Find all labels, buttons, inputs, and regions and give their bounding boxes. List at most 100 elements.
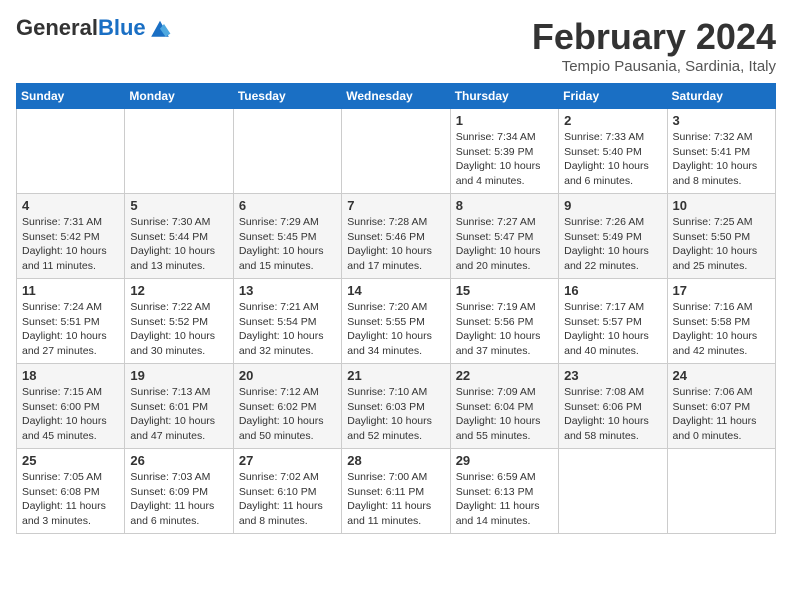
day-info: Sunrise: 6:59 AM Sunset: 6:13 PM Dayligh… — [456, 470, 553, 529]
calendar-cell: 24 Sunrise: 7:06 AM Sunset: 6:07 PM Dayli… — [667, 364, 775, 449]
day-info: Sunrise: 7:13 AM Sunset: 6:01 PM Dayligh… — [130, 385, 227, 444]
logo-text: GeneralBlue — [16, 16, 146, 40]
calendar-cell: 27 Sunrise: 7:02 AM Sunset: 6:10 PM Dayli… — [233, 449, 341, 534]
calendar-cell: 18Sunrise: 7:15 AM Sunset: 6:00 PM Dayli… — [17, 364, 125, 449]
day-info: Sunrise: 7:32 AM Sunset: 5:41 PM Dayligh… — [673, 130, 770, 189]
title-block: February 2024 Tempio Pausania, Sardinia,… — [532, 16, 776, 75]
calendar-cell: 15Sunrise: 7:19 AM Sunset: 5:56 PM Dayli… — [450, 279, 558, 364]
day-number: 10 — [673, 198, 770, 213]
calendar-cell: 2 Sunrise: 7:33 AM Sunset: 5:40 PM Daylig… — [559, 109, 667, 194]
calendar-cell: 1Sunrise: 7:34 AM Sunset: 5:39 PM Daylig… — [450, 109, 558, 194]
day-info: Sunrise: 7:08 AM Sunset: 6:06 PM Dayligh… — [564, 385, 661, 444]
calendar-cell: 23 Sunrise: 7:08 AM Sunset: 6:06 PM Dayli… — [559, 364, 667, 449]
day-info: Sunrise: 7:06 AM Sunset: 6:07 PM Dayligh… — [673, 385, 770, 444]
calendar-cell — [17, 109, 125, 194]
calendar-cell: 17 Sunrise: 7:16 AM Sunset: 5:58 PM Dayli… — [667, 279, 775, 364]
day-number: 23 — [564, 368, 661, 383]
calendar-cell: 22 Sunrise: 7:09 AM Sunset: 6:04 PM Dayli… — [450, 364, 558, 449]
day-info: Sunrise: 7:10 AM Sunset: 6:03 PM Dayligh… — [347, 385, 444, 444]
day-info: Sunrise: 7:20 AM Sunset: 5:55 PM Dayligh… — [347, 300, 444, 359]
day-number: 27 — [239, 453, 336, 468]
day-info: Sunrise: 7:09 AM Sunset: 6:04 PM Dayligh… — [456, 385, 553, 444]
calendar-cell: 16 Sunrise: 7:17 AM Sunset: 5:57 PM Dayli… — [559, 279, 667, 364]
day-number: 2 — [564, 113, 661, 128]
calendar-cell — [559, 449, 667, 534]
day-of-week-header: Monday — [125, 84, 233, 109]
calendar-cell: 4 Sunrise: 7:31 AM Sunset: 5:42 PM Daylig… — [17, 194, 125, 279]
day-of-week-header: Saturday — [667, 84, 775, 109]
page-header: GeneralBlue February 2024 Tempio Pausani… — [16, 16, 776, 75]
day-number: 4 — [22, 198, 119, 213]
day-info: Sunrise: 7:19 AM Sunset: 5:56 PM Dayligh… — [456, 300, 553, 359]
calendar-cell — [342, 109, 450, 194]
day-number: 6 — [239, 198, 336, 213]
day-number: 18 — [22, 368, 119, 383]
day-number: 11 — [22, 283, 119, 298]
day-info: Sunrise: 7:17 AM Sunset: 5:57 PM Dayligh… — [564, 300, 661, 359]
calendar-cell: 9 Sunrise: 7:26 AM Sunset: 5:49 PM Daylig… — [559, 194, 667, 279]
location-subtitle: Tempio Pausania, Sardinia, Italy — [532, 58, 776, 75]
day-info: Sunrise: 7:26 AM Sunset: 5:49 PM Dayligh… — [564, 215, 661, 274]
calendar-cell — [125, 109, 233, 194]
calendar-cell: 8Sunrise: 7:27 AM Sunset: 5:47 PM Daylig… — [450, 194, 558, 279]
calendar-week-row: 18Sunrise: 7:15 AM Sunset: 6:00 PM Dayli… — [17, 364, 776, 449]
calendar-cell: 3 Sunrise: 7:32 AM Sunset: 5:41 PM Daylig… — [667, 109, 775, 194]
day-number: 17 — [673, 283, 770, 298]
day-info: Sunrise: 7:29 AM Sunset: 5:45 PM Dayligh… — [239, 215, 336, 274]
day-info: Sunrise: 7:31 AM Sunset: 5:42 PM Dayligh… — [22, 215, 119, 274]
day-info: Sunrise: 7:00 AM Sunset: 6:11 PM Dayligh… — [347, 470, 444, 529]
calendar-week-row: 11Sunrise: 7:24 AM Sunset: 5:51 PM Dayli… — [17, 279, 776, 364]
day-of-week-header: Wednesday — [342, 84, 450, 109]
day-info: Sunrise: 7:12 AM Sunset: 6:02 PM Dayligh… — [239, 385, 336, 444]
calendar-cell: 11Sunrise: 7:24 AM Sunset: 5:51 PM Dayli… — [17, 279, 125, 364]
day-number: 16 — [564, 283, 661, 298]
day-number: 8 — [456, 198, 553, 213]
logo: GeneralBlue — [16, 16, 172, 40]
day-number: 14 — [347, 283, 444, 298]
calendar-cell: 7Sunrise: 7:28 AM Sunset: 5:46 PM Daylig… — [342, 194, 450, 279]
day-info: Sunrise: 7:22 AM Sunset: 5:52 PM Dayligh… — [130, 300, 227, 359]
day-of-week-header: Thursday — [450, 84, 558, 109]
calendar-cell: 12 Sunrise: 7:22 AM Sunset: 5:52 PM Dayli… — [125, 279, 233, 364]
day-number: 13 — [239, 283, 336, 298]
day-number: 20 — [239, 368, 336, 383]
day-number: 3 — [673, 113, 770, 128]
day-info: Sunrise: 7:25 AM Sunset: 5:50 PM Dayligh… — [673, 215, 770, 274]
calendar-cell: 5 Sunrise: 7:30 AM Sunset: 5:44 PM Daylig… — [125, 194, 233, 279]
calendar-cell — [233, 109, 341, 194]
calendar-cell: 21 Sunrise: 7:10 AM Sunset: 6:03 PM Dayli… — [342, 364, 450, 449]
calendar-cell: 13Sunrise: 7:21 AM Sunset: 5:54 PM Dayli… — [233, 279, 341, 364]
calendar-cell: 29 Sunrise: 6:59 AM Sunset: 6:13 PM Dayli… — [450, 449, 558, 534]
day-info: Sunrise: 7:16 AM Sunset: 5:58 PM Dayligh… — [673, 300, 770, 359]
day-info: Sunrise: 7:03 AM Sunset: 6:09 PM Dayligh… — [130, 470, 227, 529]
day-info: Sunrise: 7:33 AM Sunset: 5:40 PM Dayligh… — [564, 130, 661, 189]
day-number: 25 — [22, 453, 119, 468]
calendar-cell: 25 Sunrise: 7:05 AM Sunset: 6:08 PM Dayli… — [17, 449, 125, 534]
day-number: 9 — [564, 198, 661, 213]
calendar-cell: 20 Sunrise: 7:12 AM Sunset: 6:02 PM Dayli… — [233, 364, 341, 449]
day-number: 26 — [130, 453, 227, 468]
calendar-cell: 14 Sunrise: 7:20 AM Sunset: 5:55 PM Dayli… — [342, 279, 450, 364]
day-info: Sunrise: 7:05 AM Sunset: 6:08 PM Dayligh… — [22, 470, 119, 529]
day-number: 5 — [130, 198, 227, 213]
day-number: 29 — [456, 453, 553, 468]
day-number: 19 — [130, 368, 227, 383]
day-number: 7 — [347, 198, 444, 213]
calendar-cell: 28 Sunrise: 7:00 AM Sunset: 6:11 PM Dayli… — [342, 449, 450, 534]
calendar-table: SundayMondayTuesdayWednesdayThursdayFrid… — [16, 83, 776, 534]
day-number: 28 — [347, 453, 444, 468]
calendar-week-row: 1Sunrise: 7:34 AM Sunset: 5:39 PM Daylig… — [17, 109, 776, 194]
day-number: 21 — [347, 368, 444, 383]
day-number: 24 — [673, 368, 770, 383]
calendar-cell: 10 Sunrise: 7:25 AM Sunset: 5:50 PM Dayli… — [667, 194, 775, 279]
day-number: 1 — [456, 113, 553, 128]
calendar-cell: 19 Sunrise: 7:13 AM Sunset: 6:01 PM Dayli… — [125, 364, 233, 449]
day-number: 12 — [130, 283, 227, 298]
calendar-cell: 6 Sunrise: 7:29 AM Sunset: 5:45 PM Daylig… — [233, 194, 341, 279]
month-title: February 2024 — [532, 16, 776, 58]
day-number: 22 — [456, 368, 553, 383]
day-info: Sunrise: 7:02 AM Sunset: 6:10 PM Dayligh… — [239, 470, 336, 529]
calendar-header-row: SundayMondayTuesdayWednesdayThursdayFrid… — [17, 84, 776, 109]
calendar-cell — [667, 449, 775, 534]
day-info: Sunrise: 7:30 AM Sunset: 5:44 PM Dayligh… — [130, 215, 227, 274]
